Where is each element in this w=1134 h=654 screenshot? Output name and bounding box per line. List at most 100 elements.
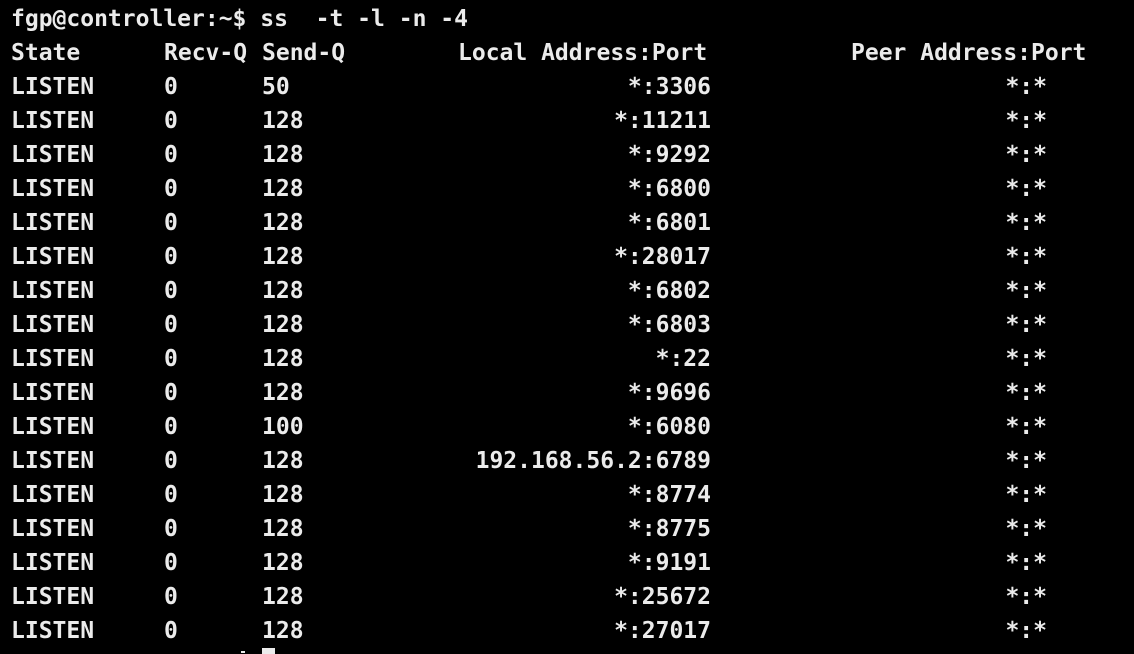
header-local-address: Local Address:Port xyxy=(458,40,708,66)
row-local-address: *:6800 xyxy=(627,176,711,202)
table-row: LISTEN 0 128 *:27017 *:* xyxy=(0,614,1134,648)
row-recv-q: 0 xyxy=(164,346,178,372)
row-state: LISTEN xyxy=(11,278,95,304)
row-recv-q: 0 xyxy=(164,244,178,270)
row-recv-q: 0 xyxy=(164,142,178,168)
row-recv-q: 0 xyxy=(164,618,178,644)
row-send-q: 128 xyxy=(262,108,304,134)
table-row: LISTEN 0 128 *:9292 *:* xyxy=(0,138,1134,172)
command-prompt: fgp@controller:~$ ss -t -l -n -4 xyxy=(11,6,468,32)
row-state: LISTEN xyxy=(11,312,95,338)
table-row: LISTEN 0 128 192.168.56.2:6789 *:* xyxy=(0,444,1134,478)
row-send-q: 128 xyxy=(262,618,304,644)
row-send-q: 128 xyxy=(262,278,304,304)
table-row: LISTEN 0 128 *:11211 *:* xyxy=(0,104,1134,138)
header-state: State xyxy=(11,40,81,66)
row-peer-address: *:* xyxy=(1005,176,1047,202)
table-row: LISTEN 0 128 *:6802 *:* xyxy=(0,274,1134,308)
row-state: LISTEN xyxy=(11,346,95,372)
row-local-address: *:6803 xyxy=(627,312,711,338)
row-recv-q: 0 xyxy=(164,584,178,610)
row-state: LISTEN xyxy=(11,380,95,406)
row-recv-q: 0 xyxy=(164,210,178,236)
row-recv-q: 0 xyxy=(164,278,178,304)
row-send-q: 128 xyxy=(262,210,304,236)
row-local-address: *:22 xyxy=(655,346,711,372)
row-send-q: 128 xyxy=(262,346,304,372)
row-local-address: *:3306 xyxy=(627,74,711,100)
row-local-address: *:9191 xyxy=(627,550,711,576)
row-recv-q: 0 xyxy=(164,74,178,100)
table-row: LISTEN 0 128 *:8774 *:* xyxy=(0,478,1134,512)
row-state: LISTEN xyxy=(11,550,95,576)
row-peer-address: *:* xyxy=(1005,618,1047,644)
row-state: LISTEN xyxy=(11,516,95,542)
table-header: State Recv-Q Send-Q Local Address:Port P… xyxy=(0,36,1134,70)
row-peer-address: *:* xyxy=(1005,278,1047,304)
table-row: LISTEN 0 128 *:9191 *:* xyxy=(0,546,1134,580)
row-peer-address: *:* xyxy=(1005,108,1047,134)
row-local-address: 192.168.56.2:6789 xyxy=(475,448,711,474)
table-row: LISTEN 0 128 *:6800 *:* xyxy=(0,172,1134,206)
row-peer-address: *:* xyxy=(1005,516,1047,542)
row-send-q: 128 xyxy=(262,312,304,338)
row-state: LISTEN xyxy=(11,176,95,202)
row-peer-address: *:* xyxy=(1005,74,1047,100)
row-local-address: *:6802 xyxy=(627,278,711,304)
row-recv-q: 0 xyxy=(164,550,178,576)
row-peer-address: *:* xyxy=(1005,550,1047,576)
row-recv-q: 0 xyxy=(164,448,178,474)
table-row: LISTEN 0 50 *:3306 *:* xyxy=(0,70,1134,104)
row-peer-address: *:* xyxy=(1005,244,1047,270)
row-peer-address: *:* xyxy=(1005,346,1047,372)
command-prompt-line: fgp@controller:~$ ss -t -l -n -4 xyxy=(0,2,1134,36)
row-local-address: *:9696 xyxy=(627,380,711,406)
row-recv-q: 0 xyxy=(164,108,178,134)
row-send-q: 128 xyxy=(262,142,304,168)
row-send-q: 128 xyxy=(262,244,304,270)
row-state: LISTEN xyxy=(11,482,95,508)
row-peer-address: *:* xyxy=(1005,414,1047,440)
table-row: LISTEN 0 100 *:6080 *:* xyxy=(0,410,1134,444)
row-recv-q: 0 xyxy=(164,380,178,406)
header-send-q: Send-Q xyxy=(262,40,346,66)
row-state: LISTEN xyxy=(11,448,95,474)
table-row: LISTEN 0 128 *:25672 *:* xyxy=(0,580,1134,614)
row-send-q: 100 xyxy=(262,414,304,440)
row-local-address: *:27017 xyxy=(614,618,711,644)
row-local-address: *:6801 xyxy=(627,210,711,236)
row-peer-address: *:* xyxy=(1005,312,1047,338)
row-state: LISTEN xyxy=(11,210,95,236)
row-recv-q: 0 xyxy=(164,482,178,508)
row-send-q: 128 xyxy=(262,380,304,406)
row-send-q: 128 xyxy=(262,550,304,576)
row-recv-q: 0 xyxy=(164,176,178,202)
table-row: LISTEN 0 128 *:6803 *:* xyxy=(0,308,1134,342)
row-state: LISTEN xyxy=(11,244,95,270)
row-send-q: 128 xyxy=(262,482,304,508)
header-peer-address: Peer Address:Port xyxy=(851,40,1087,66)
row-local-address: *:11211 xyxy=(614,108,711,134)
row-local-address: *:6080 xyxy=(627,414,711,440)
row-state: LISTEN xyxy=(11,142,95,168)
table-row: LISTEN 0 128 *:9696 *:* xyxy=(0,376,1134,410)
row-send-q: 128 xyxy=(262,176,304,202)
row-peer-address: *:* xyxy=(1005,142,1047,168)
row-peer-address: *:* xyxy=(1005,380,1047,406)
row-state: LISTEN xyxy=(11,108,95,134)
terminal-window[interactable]: fgp@controller:~$ ss -t -l -n -4 State R… xyxy=(0,0,1134,654)
row-peer-address: *:* xyxy=(1005,584,1047,610)
row-state: LISTEN xyxy=(11,74,95,100)
row-send-q: 128 xyxy=(262,448,304,474)
row-send-q: 128 xyxy=(262,584,304,610)
header-recv-q: Recv-Q xyxy=(164,40,248,66)
row-peer-address: *:* xyxy=(1005,448,1047,474)
row-recv-q: 0 xyxy=(164,414,178,440)
row-recv-q: 0 xyxy=(164,516,178,542)
row-local-address: *:8775 xyxy=(627,516,711,542)
row-local-address: *:9292 xyxy=(627,142,711,168)
row-local-address: *:28017 xyxy=(614,244,711,270)
prompt-tick xyxy=(241,651,245,653)
row-send-q: 128 xyxy=(262,516,304,542)
table-row: LISTEN 0 128 *:28017 *:* xyxy=(0,240,1134,274)
